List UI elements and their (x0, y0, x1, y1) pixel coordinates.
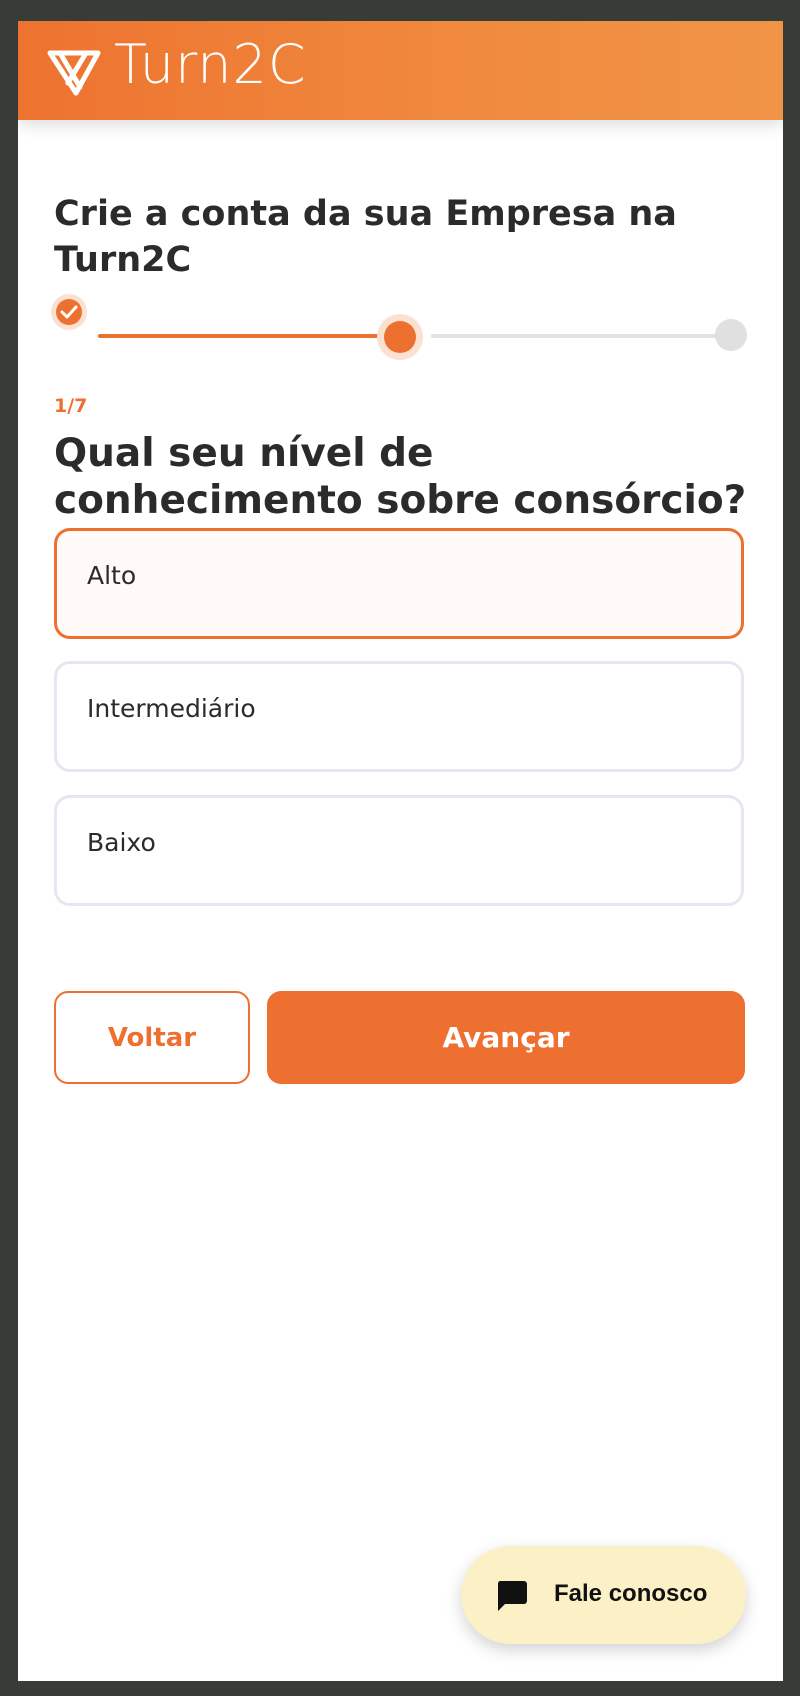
step-2-current (377, 314, 423, 360)
app-header: Turn2C (18, 21, 783, 120)
next-button[interactable]: Avançar (267, 991, 745, 1084)
chat-widget-button[interactable]: Fale conosco (461, 1546, 746, 1644)
option-baixo[interactable]: Baixo (54, 795, 744, 906)
turn2c-logo-icon (47, 50, 101, 96)
progress-line-completed (98, 334, 390, 338)
option-intermediario[interactable]: Intermediário (54, 661, 744, 772)
option-label: Intermediário (87, 694, 256, 723)
chat-widget-label: Fale conosco (554, 1580, 708, 1607)
chat-bubble-icon (497, 1581, 527, 1611)
question-text: Qual seu nível de conhecimento sobre con… (54, 431, 747, 523)
progress-line-pending (431, 334, 721, 338)
page-title: Crie a conta da sua Empresa na Turn2C (54, 194, 677, 280)
step-1-completed (51, 294, 87, 330)
option-label: Baixo (87, 828, 156, 857)
step-3-pending (715, 319, 747, 351)
check-icon (60, 305, 78, 319)
back-button[interactable]: Voltar (54, 991, 250, 1084)
option-alto[interactable]: Alto (54, 528, 744, 639)
app-screen: Turn2C Crie a conta da sua Empresa na Tu… (18, 21, 783, 1681)
question-counter: 1/7 (54, 395, 88, 417)
option-label: Alto (87, 561, 137, 590)
brand-name: Turn2C (114, 33, 307, 96)
